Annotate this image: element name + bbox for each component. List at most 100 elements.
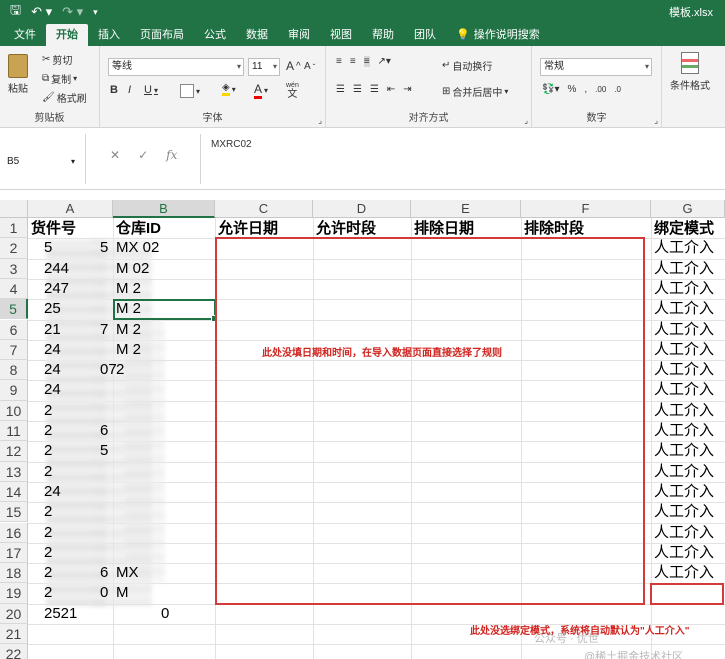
column-header-b[interactable]: B <box>113 200 215 218</box>
cell-b[interactable]: M 02 <box>116 259 149 279</box>
phonetic-button[interactable]: wén 文 <box>286 81 299 100</box>
dialog-launcher-icon[interactable]: ⌟ <box>318 116 322 125</box>
row-header[interactable]: 1 <box>0 218 28 239</box>
format-painter-button[interactable]: 🖌 格式刷 <box>42 90 87 105</box>
merge-center-button[interactable]: ⊞ 合并后居中 ▾ <box>442 84 508 99</box>
row-header[interactable]: 4 <box>0 278 28 300</box>
column-header-d[interactable]: D <box>313 200 411 218</box>
tab-formulas[interactable]: 公式 <box>194 24 236 46</box>
cell-a[interactable]: 24 <box>44 340 61 360</box>
cell-a[interactable]: 244 <box>44 259 69 279</box>
borders-button[interactable]: ▾ <box>180 84 200 98</box>
underline-button[interactable]: U ▾ <box>144 84 158 96</box>
row-header[interactable]: 12 <box>0 441 28 462</box>
vertical-align-buttons[interactable]: ≡ ≡ ≡ ↗▾ <box>336 56 391 67</box>
row-header[interactable]: 14 <box>0 481 28 503</box>
cell-g[interactable]: 人工介入 <box>654 502 714 522</box>
row-header[interactable]: 6 <box>0 319 28 340</box>
redo-icon[interactable]: ↷ ▾ <box>62 4 83 20</box>
cell-g[interactable]: 人工介入 <box>654 523 714 543</box>
worksheet-grid[interactable]: A B C D E F G 1 2 3 4 5 6 7 8 9 10 11 12 13 14 15 16 17 18 19 20 21… <box>0 200 725 659</box>
cell-a[interactable]: 2 <box>44 583 52 603</box>
row-header[interactable]: 8 <box>0 360 28 381</box>
cell-a[interactable]: 2 <box>44 421 52 441</box>
select-all-button[interactable] <box>0 200 28 218</box>
row-header[interactable]: 19 <box>0 583 28 604</box>
cell-a[interactable]: 24 <box>44 482 61 502</box>
header-cell-f[interactable]: 排除时段 <box>524 219 584 239</box>
row-header[interactable]: 20 <box>0 603 28 624</box>
cell-b[interactable]: MX <box>116 563 139 583</box>
cancel-icon[interactable]: ✕ <box>110 148 120 162</box>
tab-insert[interactable]: 插入 <box>88 24 130 46</box>
row-header[interactable]: 15 <box>0 502 28 523</box>
header-cell-c[interactable]: 允许日期 <box>218 219 278 239</box>
horizontal-align-buttons[interactable]: ☰ ☰ ☰ ⇤ ⇥ <box>336 84 412 95</box>
name-box[interactable]: B5 ▾ <box>0 134 86 184</box>
cell-g[interactable]: 人工介入 <box>654 380 714 400</box>
cell-a[interactable]: 2521 <box>44 604 77 624</box>
cell-g[interactable]: 人工介入 <box>654 320 714 340</box>
shrink-font-button[interactable]: Aˇ <box>304 61 315 72</box>
cell-g[interactable]: 人工介入 <box>654 360 714 380</box>
conditional-formatting-button[interactable]: 条件格式 <box>670 52 710 92</box>
tab-home[interactable]: 开始 <box>46 24 88 46</box>
paste-button[interactable]: 粘贴 <box>8 54 28 95</box>
cell-g[interactable]: 人工介入 <box>654 563 714 583</box>
fill-color-button[interactable]: ◈ ▾ <box>222 82 236 96</box>
tab-page-layout[interactable]: 页面布局 <box>130 24 194 46</box>
number-format-combo[interactable]: 常规 ▾ <box>540 58 652 76</box>
cell-a[interactable]: 25 <box>44 299 61 319</box>
cell-g[interactable]: 人工介入 <box>654 543 714 563</box>
cell-g[interactable]: 人工介入 <box>654 259 714 279</box>
cell-a[interactable]: 21 <box>44 320 61 340</box>
header-cell-b[interactable]: 仓库ID <box>116 219 161 239</box>
header-cell-d[interactable]: 允许时段 <box>316 219 376 239</box>
column-header-c[interactable]: C <box>215 200 313 218</box>
cell-a[interactable]: 2 <box>44 401 52 421</box>
column-header-e[interactable]: E <box>411 200 521 218</box>
undo-icon[interactable]: ↶ ▾ <box>31 4 52 20</box>
row-header[interactable]: 22 <box>0 644 28 659</box>
cell-a[interactable]: 24 <box>44 380 61 400</box>
grow-font-button[interactable]: A ^ <box>286 59 301 73</box>
row-header[interactable]: 3 <box>0 258 28 279</box>
cell-a[interactable]: 247 <box>44 279 69 299</box>
tab-search[interactable]: 💡 操作说明搜索 <box>446 24 550 46</box>
cell-g[interactable]: 人工介入 <box>654 421 714 441</box>
column-header-g[interactable]: G <box>651 200 725 218</box>
row-header[interactable]: 17 <box>0 542 28 564</box>
cell-a[interactable]: 2 <box>44 543 52 563</box>
column-header-f[interactable]: F <box>521 200 651 218</box>
copy-button[interactable]: ⧉ 复制 ▾ <box>42 71 77 86</box>
row-header[interactable]: 9 <box>0 380 28 401</box>
cell-a[interactable]: 24 <box>44 360 61 380</box>
italic-button[interactable]: I <box>128 84 131 96</box>
cell-b[interactable]: M 2 <box>116 320 141 340</box>
cell-g[interactable]: 人工介入 <box>654 238 714 258</box>
cell-a[interactable]: 2 <box>44 502 52 522</box>
cell-g[interactable]: 人工介入 <box>654 340 714 360</box>
row-header[interactable]: 5 <box>0 299 28 320</box>
tab-review[interactable]: 审阅 <box>278 24 320 46</box>
row-header[interactable]: 7 <box>0 339 28 361</box>
insert-function-button[interactable]: fx <box>166 148 177 162</box>
row-header[interactable]: 21 <box>0 624 28 645</box>
row-header[interactable]: 11 <box>0 421 28 442</box>
tab-data[interactable]: 数据 <box>236 24 278 46</box>
check-icon[interactable]: ✓ <box>138 148 148 162</box>
cell-b[interactable]: M <box>116 583 129 603</box>
customize-qa-icon[interactable]: ▾ <box>93 7 98 18</box>
dialog-launcher-icon[interactable]: ⌟ <box>654 116 658 125</box>
bold-button[interactable]: B <box>110 84 118 96</box>
row-header[interactable]: 10 <box>0 400 28 421</box>
cell-a[interactable]: 2 <box>44 462 52 482</box>
header-cell-g[interactable]: 绑定模式 <box>654 219 714 239</box>
cell-g[interactable]: 人工介入 <box>654 462 714 482</box>
number-format-buttons[interactable]: 💱▾ % , .00 .0 <box>542 84 621 95</box>
cell-g[interactable]: 人工介入 <box>654 299 714 319</box>
cell-b[interactable]: M 2 <box>116 279 141 299</box>
tab-help[interactable]: 帮助 <box>362 24 404 46</box>
font-name-combo[interactable]: 等线 ▾ <box>108 58 244 76</box>
row-header[interactable]: 18 <box>0 563 28 584</box>
